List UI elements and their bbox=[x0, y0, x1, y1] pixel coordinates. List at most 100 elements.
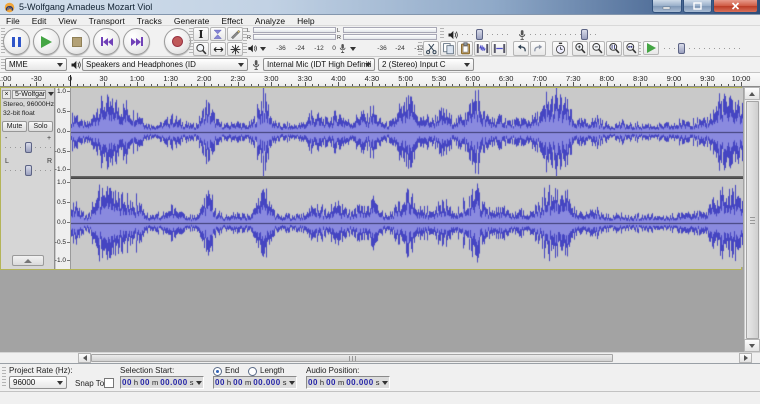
timeline-tick bbox=[540, 82, 541, 86]
transport-skip-start-button[interactable] bbox=[93, 28, 120, 55]
menu-analyze[interactable]: Analyze bbox=[249, 16, 291, 26]
edit-trim-button[interactable] bbox=[474, 41, 490, 56]
recording-device-dropdown[interactable]: Internal Mic (IDT High Definiti bbox=[263, 58, 375, 71]
length-radio[interactable] bbox=[248, 367, 257, 376]
menu-file[interactable]: File bbox=[0, 16, 26, 26]
gain-slider-thumb[interactable] bbox=[25, 142, 32, 153]
track-name[interactable]: 5-Wolfgang bbox=[12, 90, 46, 99]
edit-zoom-fit-button[interactable] bbox=[623, 41, 639, 56]
scroll-left-button[interactable] bbox=[78, 353, 91, 363]
menu-transport[interactable]: Transport bbox=[83, 16, 131, 26]
timeline-minor-tick bbox=[50, 84, 51, 86]
gain-slider[interactable] bbox=[5, 142, 51, 153]
timeline-minor-tick bbox=[97, 84, 98, 86]
edit-zoom-in-button[interactable] bbox=[572, 41, 588, 56]
playback-meter[interactable]: LR-36-24-120 bbox=[247, 27, 336, 56]
length-radio-label[interactable]: Length bbox=[260, 366, 284, 375]
play-speed-slider[interactable] bbox=[664, 43, 742, 54]
dropdown-arrow-icon[interactable] bbox=[289, 381, 295, 385]
edit-undo-button[interactable] bbox=[513, 41, 529, 56]
meter-dropdown-arrow-icon[interactable] bbox=[260, 47, 266, 51]
edit-zoom-sel-button[interactable] bbox=[606, 41, 622, 56]
playback-volume-slider[interactable] bbox=[462, 29, 510, 40]
menu-help[interactable]: Help bbox=[291, 16, 320, 26]
mute-button[interactable]: Mute bbox=[2, 121, 27, 132]
tool-timeshift-button[interactable] bbox=[210, 42, 226, 56]
audio-host-dropdown[interactable]: MME bbox=[5, 58, 67, 71]
menu-view[interactable]: View bbox=[52, 16, 82, 26]
play-at-speed-button[interactable] bbox=[643, 41, 659, 55]
edit-silence-button[interactable] bbox=[491, 41, 507, 56]
close-button[interactable] bbox=[713, 0, 758, 13]
transport-record-button[interactable] bbox=[164, 28, 191, 55]
menu-tracks[interactable]: Tracks bbox=[131, 16, 168, 26]
edit-zoom-out-button[interactable] bbox=[589, 41, 605, 56]
hours-value[interactable]: 00 bbox=[122, 378, 132, 387]
solo-button[interactable]: Solo bbox=[28, 121, 53, 132]
minutes-value[interactable]: 00 bbox=[140, 378, 150, 387]
edit-paste-button[interactable] bbox=[457, 41, 473, 56]
seconds-value[interactable]: 00.000 bbox=[160, 378, 187, 387]
dropdown-arrow-icon[interactable] bbox=[382, 381, 388, 385]
scroll-right-button[interactable] bbox=[739, 353, 752, 363]
menu-effect[interactable]: Effect bbox=[215, 16, 249, 26]
selection-toolbar-grip[interactable] bbox=[2, 367, 6, 388]
snap-to-checkbox[interactable] bbox=[104, 378, 114, 388]
playback-device-dropdown[interactable]: Speakers and Headphones (ID bbox=[82, 58, 248, 71]
dropdown-arrow-icon[interactable] bbox=[196, 381, 202, 385]
vertical-scale-ruler[interactable]: 1.00.50.0-0.5-1.01.00.50.0-0.5-1.0 bbox=[56, 88, 71, 269]
scroll-up-button[interactable] bbox=[744, 87, 760, 100]
selection-start-field[interactable]: 00h00m00.000s bbox=[120, 376, 204, 389]
mixer-toolbar-grip[interactable] bbox=[440, 28, 444, 40]
tool-zoom-button[interactable] bbox=[193, 42, 209, 56]
edit-synclock-button[interactable] bbox=[552, 41, 568, 56]
edit-copy-button[interactable] bbox=[440, 41, 456, 56]
play-speed-slider-thumb[interactable] bbox=[678, 43, 685, 54]
menu-edit[interactable]: Edit bbox=[26, 16, 53, 26]
end-radio[interactable] bbox=[213, 367, 222, 376]
selection-end-field[interactable]: 00h00m00.000s bbox=[213, 376, 297, 389]
edit-toolbar-grip[interactable] bbox=[418, 42, 422, 56]
menu-generate[interactable]: Generate bbox=[168, 16, 215, 26]
recording-volume-slider[interactable] bbox=[530, 29, 596, 40]
hours-value[interactable]: 00 bbox=[308, 378, 318, 387]
track-menu-arrow-icon[interactable] bbox=[48, 92, 54, 96]
timeline-ruler[interactable]: -1:00-300301:001:302:002:303:003:304:004… bbox=[0, 73, 760, 87]
transport-skip-end-button[interactable] bbox=[123, 28, 150, 55]
horizontal-scrollbar[interactable] bbox=[0, 352, 760, 363]
recording-channels-dropdown[interactable]: 2 (Stereo) Input C bbox=[378, 58, 474, 71]
recording-volume-slider-thumb[interactable] bbox=[581, 29, 588, 40]
pan-slider[interactable] bbox=[5, 165, 51, 176]
meter-dropdown-arrow-icon[interactable] bbox=[350, 47, 356, 51]
minutes-value[interactable]: 00 bbox=[233, 378, 243, 387]
pan-slider-thumb[interactable] bbox=[25, 165, 32, 176]
vertical-scrollbar[interactable] bbox=[744, 87, 760, 352]
end-radio-label[interactable]: End bbox=[225, 366, 239, 375]
audio-position-field[interactable]: 00h00m00.000s bbox=[306, 376, 390, 389]
playback-volume-slider-thumb[interactable] bbox=[476, 29, 483, 40]
maximize-button[interactable] bbox=[683, 0, 712, 13]
edit-cut-button[interactable] bbox=[423, 41, 439, 56]
project-rate-dropdown[interactable]: 96000 bbox=[9, 376, 67, 389]
vertical-scrollbar-thumb[interactable] bbox=[746, 101, 759, 339]
tool-envelope-button[interactable] bbox=[210, 27, 226, 41]
seconds-value[interactable]: 00.000 bbox=[346, 378, 373, 387]
waveform-right-channel[interactable] bbox=[71, 179, 743, 267]
transport-play-button[interactable] bbox=[33, 28, 60, 55]
waveform-left-channel[interactable] bbox=[71, 88, 743, 176]
tool-selection-button[interactable]: I bbox=[193, 27, 209, 41]
tool-draw-button[interactable] bbox=[227, 27, 243, 41]
tool-multi-button[interactable] bbox=[227, 42, 243, 56]
horizontal-scrollbar-thumb[interactable] bbox=[91, 354, 613, 362]
minimize-button[interactable] bbox=[652, 0, 682, 13]
minutes-value[interactable]: 00 bbox=[326, 378, 336, 387]
recording-meter[interactable]: LR-36-24-120 bbox=[337, 27, 437, 56]
transport-pause-button[interactable] bbox=[3, 28, 30, 55]
hours-value[interactable]: 00 bbox=[215, 378, 225, 387]
scroll-down-button[interactable] bbox=[744, 339, 760, 352]
seconds-value[interactable]: 00.000 bbox=[253, 378, 280, 387]
transport-stop-button[interactable] bbox=[63, 28, 90, 55]
track-close-button[interactable]: × bbox=[2, 90, 11, 99]
track-collapse-button[interactable] bbox=[12, 255, 44, 266]
edit-redo-button[interactable] bbox=[530, 41, 546, 56]
